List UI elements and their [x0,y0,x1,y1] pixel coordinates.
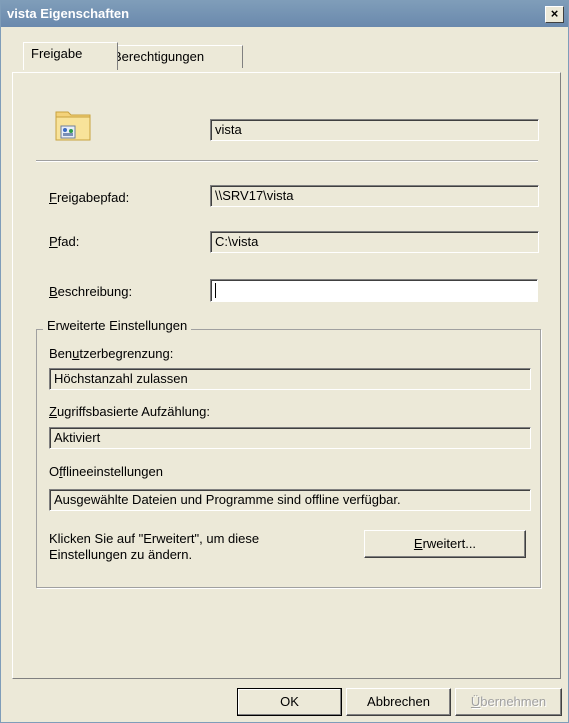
advanced-hint: Klicken Sie auf "Erweitert", um diese Ei… [49,531,259,563]
abe-label: Zugriffsbasierte Aufzählung: [49,404,210,419]
offline-field: Ausgewählte Dateien und Programme sind o… [49,489,531,511]
share-path-label: Freigabepfad: [49,190,130,205]
abe-field: Aktiviert [49,427,531,449]
local-path-label: Pfad: [49,234,80,249]
advanced-settings-title: Erweiterte Einstellungen [43,318,192,333]
user-limit-field: Höchstanzahl zulassen [49,368,531,390]
text-caret [215,283,216,298]
ok-button[interactable]: OK [237,688,342,716]
tab-freigabe[interactable]: Freigabe [23,42,118,70]
window-title: vista Eigenschaften [7,6,130,21]
separator [36,160,538,162]
apply-button[interactable]: Übernehmen [455,688,562,716]
share-name-field: vista [210,119,539,141]
cancel-button[interactable]: Abbrechen [346,688,451,716]
close-icon[interactable]: × [545,6,564,23]
advanced-hint-line2: Einstellungen zu ändern. [49,547,193,562]
shared-folder-icon [55,111,91,141]
advanced-button[interactable]: Erweitert... [364,530,526,558]
user-limit-label: Benutzerbegrenzung: [49,346,174,361]
properties-dialog: vista Eigenschaften × Freigabe Berechtig… [0,0,569,723]
title-bar[interactable]: vista Eigenschaften × [1,1,568,27]
tab-berechtigungen[interactable]: Berechtigungen [105,45,243,68]
local-path-field: C:\vista [210,231,539,253]
description-input[interactable] [210,279,538,302]
advanced-hint-line1: Klicken Sie auf "Erweitert", um diese [49,531,260,546]
description-label: Beschreibung: [49,284,133,299]
offline-label: Offlineeinstellungen [49,464,163,479]
share-path-field: \\SRV17\vista [210,185,539,207]
